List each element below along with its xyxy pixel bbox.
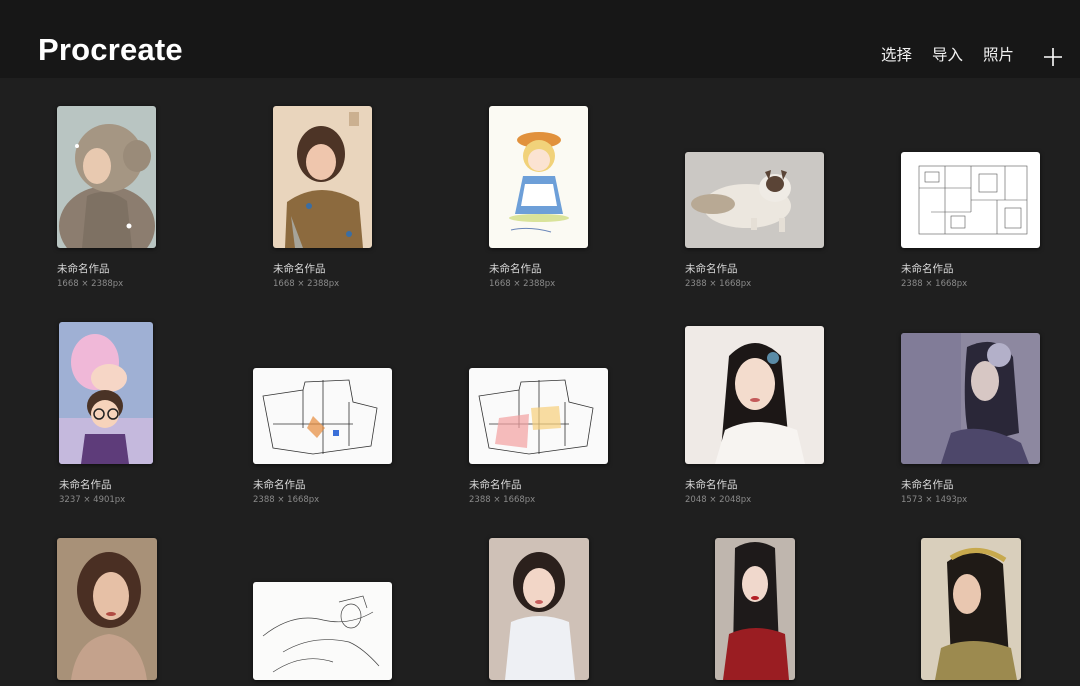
artwork-size: 1668 × 2388px	[273, 279, 340, 289]
artwork-thumbnail[interactable]	[469, 368, 608, 464]
artwork-thumbnail[interactable]	[489, 106, 588, 248]
select-button[interactable]: 选择	[881, 47, 912, 64]
artwork-size: 2388 × 1668px	[685, 279, 752, 289]
artwork-size: 2388 × 1668px	[901, 279, 968, 289]
artwork-size: 2048 × 2048px	[685, 495, 752, 505]
artwork-size: 3237 × 4901px	[59, 495, 126, 505]
artwork-title: 未命名作品	[253, 479, 306, 491]
artwork-thumbnail[interactable]	[253, 582, 392, 680]
artwork-thumbnail[interactable]	[253, 368, 392, 464]
artwork-title: 未命名作品	[273, 263, 326, 275]
artwork-thumbnail[interactable]	[715, 538, 795, 680]
artwork-title: 未命名作品	[469, 479, 522, 491]
artwork-title: 未命名作品	[685, 479, 738, 491]
artwork-title: 未命名作品	[489, 263, 542, 275]
artwork-size: 1668 × 2388px	[489, 279, 556, 289]
artwork-thumbnail[interactable]	[59, 322, 153, 464]
plus-icon[interactable]	[1042, 46, 1064, 68]
artwork-size: 1573 × 1493px	[901, 495, 968, 505]
photos-button[interactable]: 照片	[983, 47, 1014, 64]
artwork-thumbnail[interactable]	[489, 538, 589, 680]
artwork-thumbnail[interactable]	[901, 333, 1040, 464]
artwork-thumbnail[interactable]	[57, 538, 157, 680]
artwork-thumbnail[interactable]	[273, 106, 372, 248]
artwork-thumbnail[interactable]	[685, 326, 824, 464]
artwork-title: 未命名作品	[685, 263, 738, 275]
artwork-thumbnail[interactable]	[685, 152, 824, 248]
artwork-title: 未命名作品	[901, 479, 954, 491]
artwork-size: 2388 × 1668px	[469, 495, 536, 505]
artwork-thumbnail[interactable]	[57, 106, 156, 248]
artwork-title: 未命名作品	[59, 479, 112, 491]
artwork-thumbnail[interactable]	[921, 538, 1021, 680]
import-button[interactable]: 导入	[932, 47, 963, 64]
artwork-size: 2388 × 1668px	[253, 495, 320, 505]
artwork-size: 1668 × 2388px	[57, 279, 124, 289]
artwork-title: 未命名作品	[57, 263, 110, 275]
artwork-title: 未命名作品	[901, 263, 954, 275]
artwork-thumbnail[interactable]	[901, 152, 1040, 248]
app-title: Procreate	[38, 32, 183, 67]
